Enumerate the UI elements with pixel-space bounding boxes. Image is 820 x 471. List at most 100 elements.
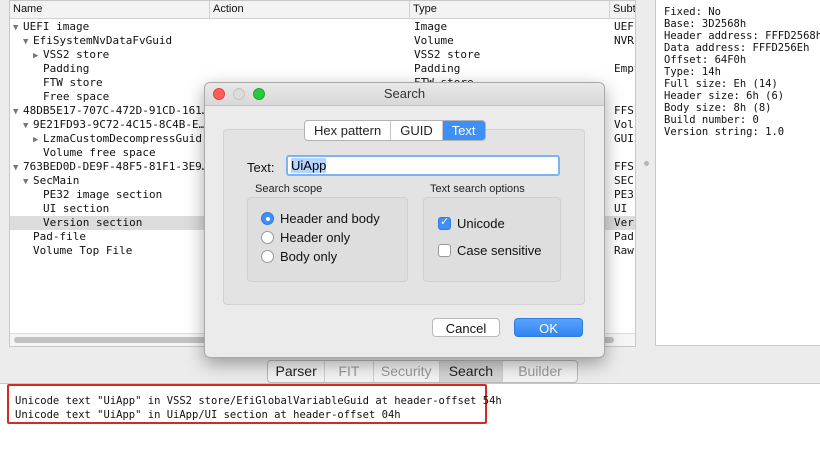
cancel-button[interactable]: Cancel xyxy=(432,318,500,337)
dialog-titlebar[interactable]: Search xyxy=(205,83,604,106)
tree-cell-action xyxy=(214,34,409,48)
tree-cell-subtype: Empt xyxy=(614,62,635,75)
tree-item-name: VSS2 store xyxy=(43,48,110,61)
tree-cell-name: ▶ VSS2 store xyxy=(33,48,210,62)
search-text-input[interactable] xyxy=(286,155,560,176)
checkbox-label: Case sensitive xyxy=(457,243,542,258)
info-line: Version string: 1.0 xyxy=(664,126,785,138)
tree-cell-name: ▼ 9E21FD93-9C72-4C15-8C4B-E… xyxy=(23,118,210,132)
tree-cell-name: ▼ EfiSystemNvDataFvGuid xyxy=(23,34,210,48)
info-line: Header size: 6h (6) xyxy=(664,90,785,102)
radio-button[interactable] xyxy=(261,212,274,225)
collapsed-arrow-icon[interactable]: ▶ xyxy=(33,49,43,62)
info-line: Fixed: No xyxy=(664,6,721,18)
radio-header-only[interactable]: Header only xyxy=(261,230,350,245)
tree-cell-name: UI section xyxy=(33,202,210,216)
tree-cell-name: Version section xyxy=(33,216,210,230)
tree-header: Name Action Type Subt xyxy=(10,1,635,19)
tab-fit[interactable]: FIT xyxy=(325,361,374,382)
tree-cell-subtype xyxy=(614,90,635,104)
unicode-checkbox[interactable]: Unicode xyxy=(438,215,505,231)
radio-header-and-body[interactable]: Header and body xyxy=(261,211,380,226)
radio-label: Header only xyxy=(280,230,351,245)
tree-row[interactable]: ▼ EfiSystemNvDataFvGuid Volume NVR xyxy=(10,34,635,48)
tree-item-name: LzmaCustomDecompressGuid xyxy=(43,132,202,145)
info-line: Full size: Eh (14) xyxy=(664,78,778,90)
bottom-tab-bar: Parser FIT Security Search Builder xyxy=(267,360,578,383)
tree-row[interactable]: ▶ VSS2 store VSS2 store xyxy=(10,48,635,62)
tab-search[interactable]: Search xyxy=(439,361,503,382)
tree-cell-name: PE32 image section xyxy=(33,188,210,202)
tree-cell-name: Volume Top File xyxy=(23,244,210,258)
tab-parser[interactable]: Parser xyxy=(268,361,326,382)
message-line[interactable]: Unicode text "UiApp" in VSS2 store/EfiGl… xyxy=(15,395,502,407)
info-line: Build number: 0 xyxy=(664,114,759,126)
radio-button[interactable] xyxy=(261,231,274,244)
tree-row[interactable]: ▼UEFI image Image UEFI xyxy=(10,20,635,34)
tab-hex-pattern[interactable]: Hex pattern xyxy=(305,121,392,140)
tree-cell-name: ▶ LzmaCustomDecompressGuid xyxy=(33,132,210,146)
tree-item-name: UI section xyxy=(43,202,110,215)
tree-item-name: 48DB5E17-707C-472D-91CD-161… xyxy=(23,104,209,117)
tree-item-name: Volume free space xyxy=(43,146,156,159)
tree-item-name: PE32 image section xyxy=(43,188,163,201)
tree-cell-subtype: FFS xyxy=(614,160,634,173)
tree-item-name: UEFI image xyxy=(23,20,90,33)
expanded-arrow-icon[interactable]: ▼ xyxy=(13,161,23,174)
tree-cell-action xyxy=(214,20,409,34)
tree-item-name: Pad-file xyxy=(33,230,86,243)
tree-cell-name: ▼ UEFI image xyxy=(13,20,210,34)
message-line[interactable]: Unicode text "UiApp" in UiApp/UI section… xyxy=(15,409,401,421)
tab-text[interactable]: Text xyxy=(442,121,485,140)
info-line: Offset: 64F0h xyxy=(664,54,747,66)
tree-row[interactable]: Padding Padding Empt xyxy=(10,62,635,76)
collapsed-arrow-icon[interactable]: ▶ xyxy=(33,133,43,146)
expanded-arrow-icon[interactable]: ▼ xyxy=(13,21,23,34)
tree-cell-subtype xyxy=(614,76,635,90)
info-line: Data address: FFFD256Eh xyxy=(664,42,810,54)
tree-cell-subtype: Ver xyxy=(614,216,634,229)
search-mode-segmented-control: Hex pattern GUID Text xyxy=(304,120,486,141)
tree-item-name: Free space xyxy=(43,90,110,103)
tree-cell-name: FTW store xyxy=(33,76,210,90)
expanded-arrow-icon[interactable]: ▼ xyxy=(13,105,23,118)
tree-cell-subtype: Vol xyxy=(614,118,634,131)
splitter-handle[interactable] xyxy=(644,161,649,166)
column-header-action[interactable]: Action xyxy=(210,1,410,18)
tree-cell-type: Padding xyxy=(414,62,461,75)
tree-cell-name: Volume free space xyxy=(33,146,210,160)
checkbox-label: Unicode xyxy=(457,216,505,231)
tree-cell-type: Image xyxy=(414,20,448,33)
column-header-type[interactable]: Type xyxy=(410,1,610,18)
scope-group-title: Search scope xyxy=(255,183,323,195)
column-header-subtype[interactable]: Subt xyxy=(610,1,635,18)
ok-button[interactable]: OK xyxy=(514,318,583,337)
checkbox[interactable] xyxy=(438,215,451,230)
checkbox[interactable] xyxy=(438,244,451,257)
column-header-name[interactable]: Name xyxy=(10,1,210,18)
dialog-title: Search xyxy=(383,86,426,101)
tree-cell-subtype xyxy=(614,48,635,62)
tab-security[interactable]: Security xyxy=(374,361,440,382)
tab-builder[interactable]: Builder xyxy=(503,361,577,382)
tree-cell-name: ▼ 48DB5E17-707C-472D-91CD-161… xyxy=(13,104,210,118)
tree-cell-name: Padding xyxy=(33,62,210,76)
tree-cell-subtype: UI xyxy=(614,202,628,215)
tree-cell-subtype: GUI xyxy=(614,132,634,145)
case-sensitive-checkbox[interactable]: Case sensitive xyxy=(438,243,542,258)
expanded-arrow-icon[interactable]: ▼ xyxy=(23,119,33,132)
radio-button[interactable] xyxy=(261,250,274,263)
text-field-label: Text: xyxy=(247,160,275,175)
info-panel: Fixed: No Base: 3D2568h Header address: FF… xyxy=(655,0,820,346)
tab-guid[interactable]: GUID xyxy=(391,121,443,140)
search-dialog: Search Hex pattern GUID Text Text: Searc… xyxy=(204,82,605,358)
tree-cell-name: ▼ 763BED0D-DE9F-48F5-81F1-3E9… xyxy=(13,160,210,174)
expanded-arrow-icon[interactable]: ▼ xyxy=(23,175,33,188)
radio-body-only[interactable]: Body only xyxy=(261,249,337,264)
tree-cell-subtype: SEC xyxy=(614,174,634,187)
expanded-arrow-icon[interactable]: ▼ xyxy=(23,35,33,48)
tree-cell-subtype: FFS xyxy=(614,104,634,117)
info-line: Base: 3D2568h xyxy=(664,18,747,30)
info-line: Header address: FFFD2568h xyxy=(664,30,820,42)
radio-label: Body only xyxy=(280,249,338,264)
